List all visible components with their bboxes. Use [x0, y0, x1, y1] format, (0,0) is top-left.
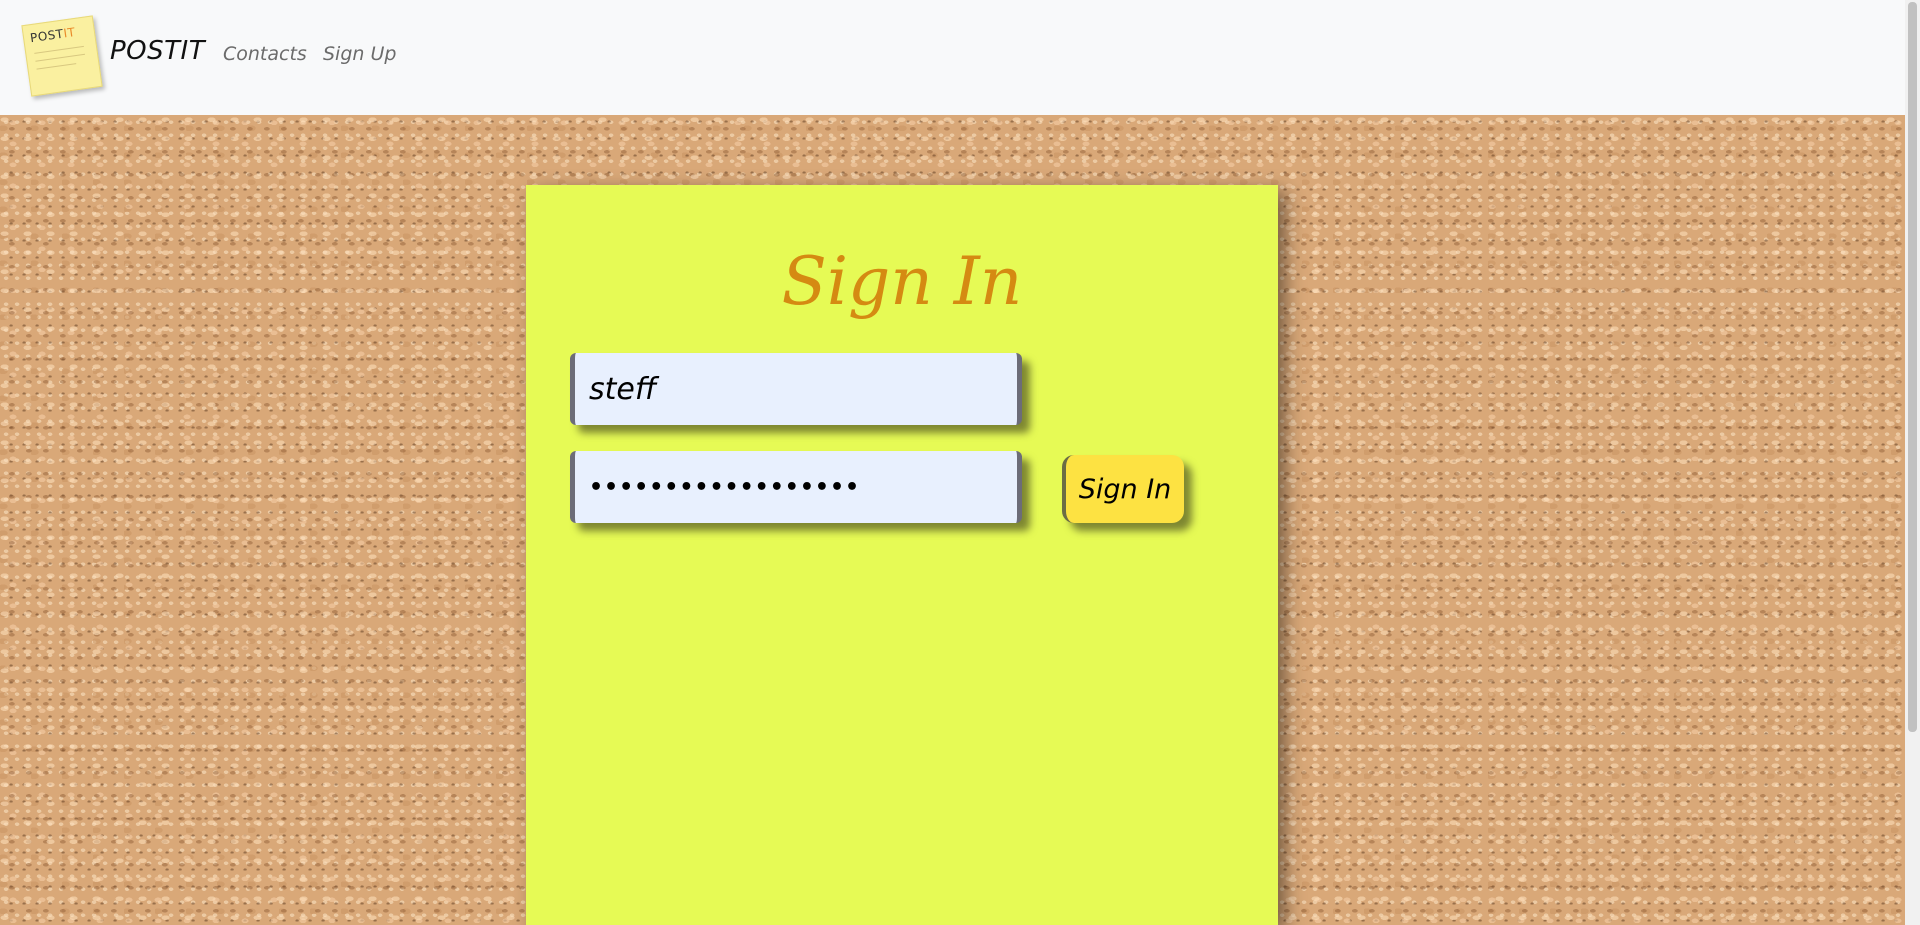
- sign-in-sticky-note: Sign In Sign In: [526, 185, 1278, 925]
- username-input[interactable]: [570, 353, 1022, 425]
- top-navbar: POSTIT POSTIT Contacts Sign Up: [0, 0, 1905, 115]
- logo-wordmark: POSTIT: [29, 24, 77, 46]
- logo-line-decoration: [36, 63, 77, 70]
- nav-link-sign-up[interactable]: Sign Up: [323, 43, 396, 65]
- sticky-note-logo-icon[interactable]: POSTIT: [21, 15, 103, 97]
- password-input[interactable]: [570, 451, 1022, 523]
- brand-link[interactable]: POSTIT: [110, 36, 205, 66]
- vertical-scrollbar[interactable]: [1905, 0, 1920, 925]
- page-title: Sign In: [781, 243, 1023, 320]
- logo-line-decoration: [34, 45, 84, 54]
- sign-in-button[interactable]: Sign In: [1062, 455, 1184, 523]
- scrollbar-thumb[interactable]: [1908, 2, 1917, 732]
- nav-link-contacts[interactable]: Contacts: [223, 43, 307, 65]
- logo-line-decoration: [35, 53, 86, 62]
